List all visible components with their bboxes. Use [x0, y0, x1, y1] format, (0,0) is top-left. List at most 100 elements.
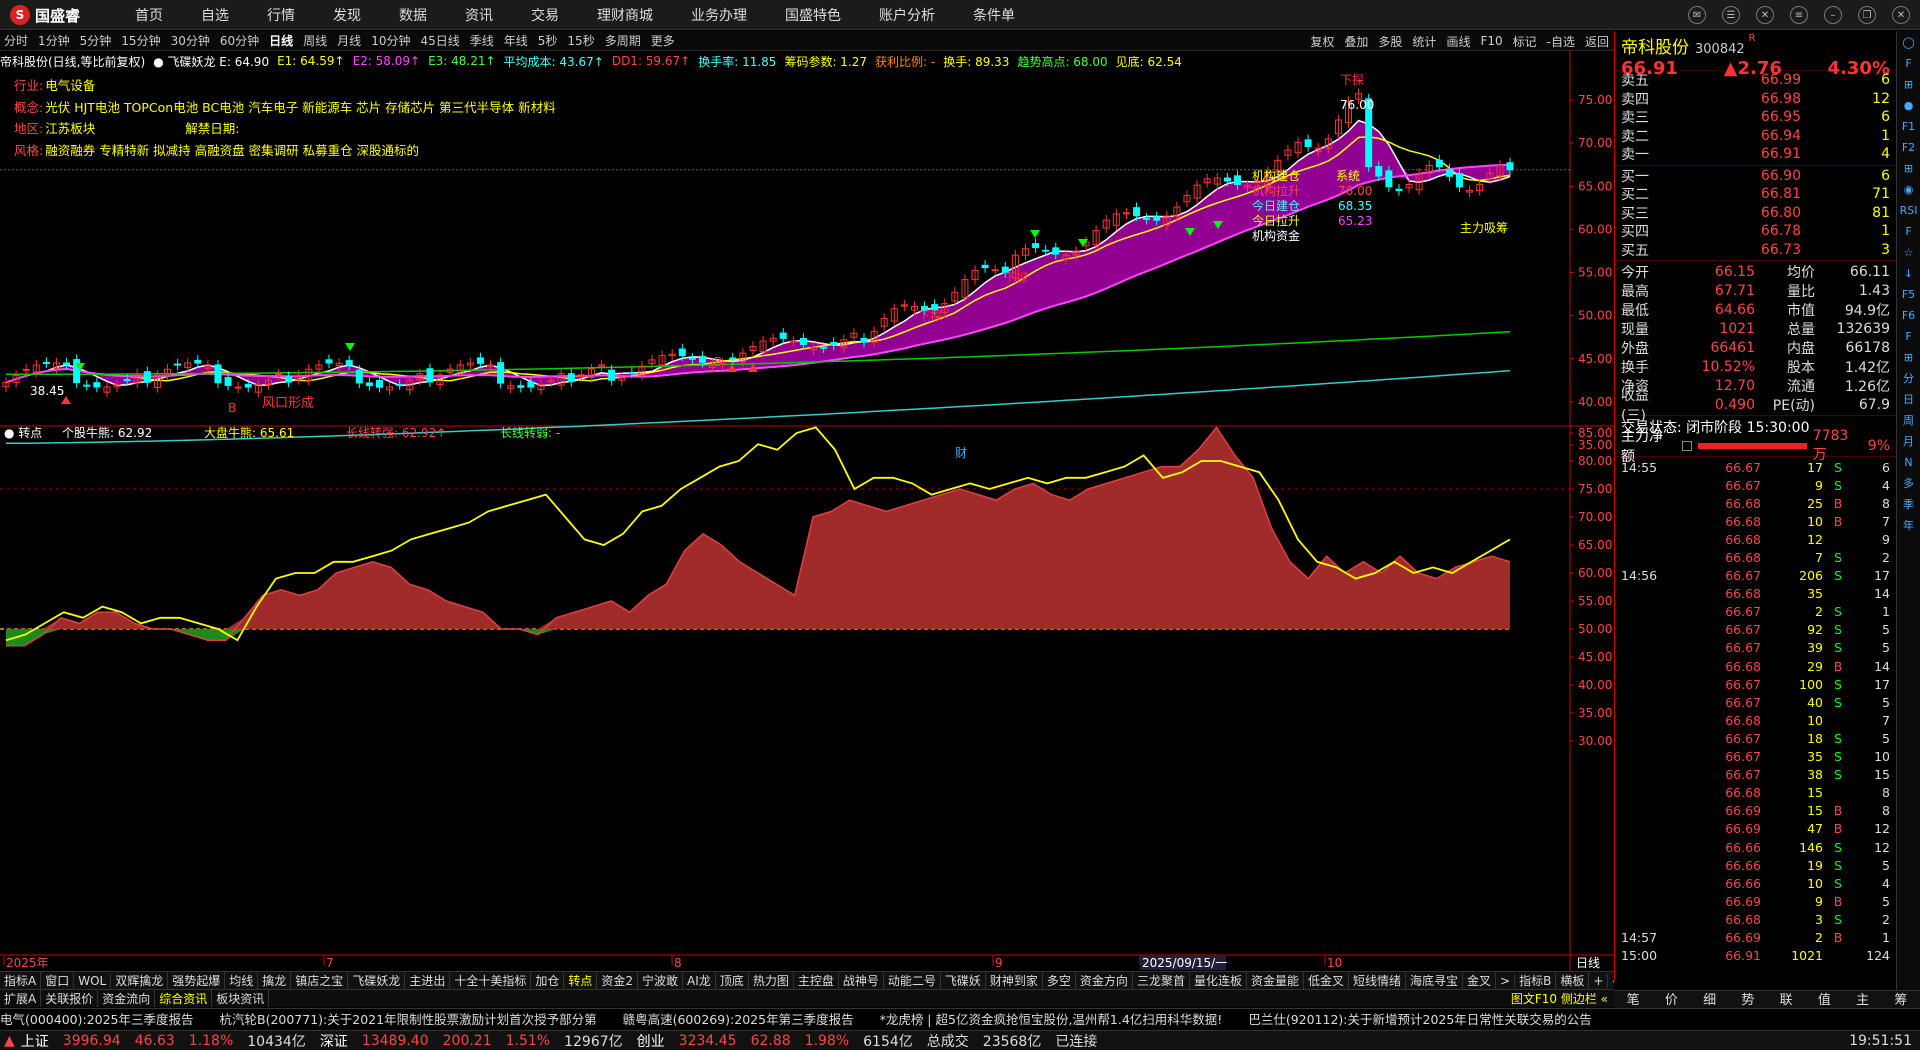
side-tool-icon[interactable]: F [1905, 224, 1911, 239]
period-tab[interactable]: 多周期 [605, 32, 641, 49]
side-tool-icon[interactable]: F6 [1902, 308, 1915, 323]
bid-row[interactable]: 买二 66.81 71 [1615, 185, 1896, 204]
indicator-tab[interactable]: 战神号 [839, 972, 884, 989]
kline-chart[interactable]: 75.00 70.00 65.00 60.00 55.00 50.00 45.00 40.00… [0, 50, 1614, 971]
side-tool-icon[interactable]: 多 [1903, 476, 1914, 491]
indicator-tab[interactable]: 飞碟妖龙 [348, 972, 406, 989]
chart-tool[interactable]: F10 [1480, 34, 1502, 48]
indicator-tab[interactable]: 双辉擒龙 [111, 972, 169, 989]
indicator-tab[interactable]: 动能二号 [884, 972, 941, 989]
news-item[interactable]: 电气(000400):2025年三季度报告 [0, 1009, 194, 1028]
flow-toggle-icon[interactable] [1682, 440, 1693, 451]
period-tab[interactable]: 月线 [337, 32, 361, 49]
indicator-tab[interactable]: 飞碟妖 [941, 972, 986, 989]
indicator-tab[interactable]: 擒龙 [258, 972, 292, 989]
indicator-tab[interactable]: 加仓 [531, 972, 565, 989]
period-tab[interactable]: 1分钟 [38, 32, 70, 49]
news-item[interactable]: 赣粤高速(600269):2025年第三季度报告 [623, 1009, 854, 1028]
indicator-tab[interactable]: - [1608, 974, 1614, 988]
chart-tool[interactable]: 复权 [1310, 33, 1334, 50]
period-tab[interactable]: 15分钟 [121, 32, 160, 49]
menu-item[interactable]: 交易 [531, 5, 559, 25]
indicator-tab[interactable]: 横板 [1556, 972, 1590, 989]
index-name[interactable]: 创业 [637, 1031, 665, 1050]
period-tab[interactable]: 更多 [651, 32, 675, 49]
side-tool-icon[interactable]: N [1904, 455, 1912, 470]
side-tool-icon[interactable]: ⊞ [1904, 77, 1913, 92]
indicator-tab[interactable]: 三龙聚首 [1133, 972, 1190, 989]
side-tool-icon[interactable]: 月 [1903, 434, 1914, 449]
ask-row[interactable]: 卖四 66.98 12 [1615, 90, 1896, 109]
chart-tool[interactable]: 标记 [1513, 33, 1537, 50]
indicator-tab[interactable]: 资金2 [597, 972, 639, 989]
extension-tab[interactable]: 资金流向 [98, 990, 156, 1007]
message-icon[interactable]: ☰ [1722, 6, 1740, 24]
bid-row[interactable]: 买三 66.80 81 [1615, 204, 1896, 223]
side-tool-icon[interactable]: ↓ [1904, 266, 1913, 281]
extension-tab[interactable]: 扩展A [0, 990, 42, 1007]
menu-item[interactable]: 资讯 [465, 5, 493, 25]
chart-tool[interactable]: 多股 [1378, 33, 1402, 50]
menu-item[interactable]: 条件单 [973, 5, 1015, 25]
indicator-tab[interactable]: 主进出 [405, 972, 451, 989]
menu-item[interactable]: 业务办理 [691, 5, 747, 25]
indicator-tab[interactable]: 强势起爆 [168, 972, 226, 989]
indicator-tab[interactable]: 十全十美指标 [450, 972, 532, 989]
chart-tool[interactable]: 返回 [1585, 33, 1609, 50]
indicator-tab[interactable]: 金叉 [1463, 972, 1497, 989]
menu-item[interactable]: 自选 [201, 5, 229, 25]
indicator-tab[interactable]: 多空 [1043, 972, 1076, 989]
menu-item[interactable]: 发现 [333, 5, 361, 25]
restore-icon[interactable]: ❐ [1858, 6, 1876, 24]
side-tool-icon[interactable]: 周 [1903, 413, 1914, 428]
chart-tool[interactable]: -自选 [1547, 33, 1575, 50]
bid-row[interactable]: 买一 66.90 6 [1615, 167, 1896, 186]
menu-item[interactable]: 行情 [267, 5, 295, 25]
unlink-icon[interactable]: ✕ [1756, 6, 1774, 24]
period-tab[interactable]: 10分钟 [371, 32, 410, 49]
ask-row[interactable]: 卖一 66.91 4 [1615, 145, 1896, 164]
index-name[interactable]: 上证 [21, 1031, 49, 1050]
index-name[interactable]: 深证 [320, 1031, 348, 1050]
side-tool-icon[interactable]: RSI [1900, 203, 1918, 218]
tick-list[interactable]: 14:55 66.67 17 S 6 66.67 9 S 4 66.68 25 B 8 66.68 10 B 7… [1615, 458, 1896, 965]
side-tool-icon[interactable]: F5 [1902, 287, 1915, 302]
side-tool-icon[interactable]: F [1905, 329, 1911, 344]
chart-tool[interactable]: 叠加 [1344, 33, 1368, 50]
ask-row[interactable]: 卖五 66.99 6 [1615, 71, 1896, 90]
extension-tab[interactable]: 综合资讯 [155, 990, 213, 1007]
indicator-tab[interactable]: 资金方向 [1076, 972, 1133, 989]
side-tool-icon[interactable]: ⊞ [1904, 350, 1913, 365]
bid-row[interactable]: 买四 66.78 1 [1615, 222, 1896, 241]
extension-tab[interactable]: 关联报价 [41, 990, 99, 1007]
side-tool-icon[interactable]: ◉ [1904, 182, 1914, 197]
indicator-tab[interactable]: 顶底 [716, 972, 749, 989]
indicator-tab[interactable]: WOL [74, 973, 112, 988]
menu-item[interactable]: 账户分析 [879, 5, 935, 25]
side-tool-icon[interactable]: ⊞ [1904, 161, 1913, 176]
period-tab[interactable]: 30分钟 [171, 32, 210, 49]
chat-icon[interactable]: ✉ [1688, 6, 1706, 24]
period-tab[interactable]: 5秒 [538, 32, 558, 49]
indicator-tab[interactable]: 均线 [225, 972, 259, 989]
side-tool-icon[interactable]: ● [1904, 98, 1914, 113]
indicator-tab[interactable]: 资金量能 [1247, 972, 1304, 989]
indicator-tab[interactable]: 窗口 [41, 972, 75, 989]
menu-item[interactable]: 国盛特色 [785, 5, 841, 25]
minimize-icon[interactable]: – [1824, 6, 1842, 24]
side-tool-icon[interactable]: 季 [1903, 497, 1914, 512]
side-tool-icon[interactable]: ◯ [1902, 35, 1914, 50]
indicator-tab[interactable]: + [1589, 973, 1609, 988]
period-tab[interactable]: 分时 [4, 32, 28, 49]
period-tab[interactable]: 日线 [269, 32, 293, 49]
indicator-tab[interactable]: 短线情绪 [1349, 972, 1407, 989]
side-tool-icon[interactable]: F1 [1902, 119, 1915, 134]
side-tool-icon[interactable]: ☆ [1904, 245, 1914, 260]
indicator-tab[interactable]: 热力图 [749, 972, 794, 989]
period-tab[interactable]: 年线 [504, 32, 528, 49]
indicator-tab[interactable]: 主控盘 [794, 972, 839, 989]
indicator-tab[interactable]: AI龙 [683, 972, 716, 989]
period-tab[interactable]: 季线 [470, 32, 494, 49]
indicator-tab[interactable]: 镇店之宝 [291, 972, 349, 989]
extension-tab[interactable]: 板块资讯 [212, 990, 270, 1007]
